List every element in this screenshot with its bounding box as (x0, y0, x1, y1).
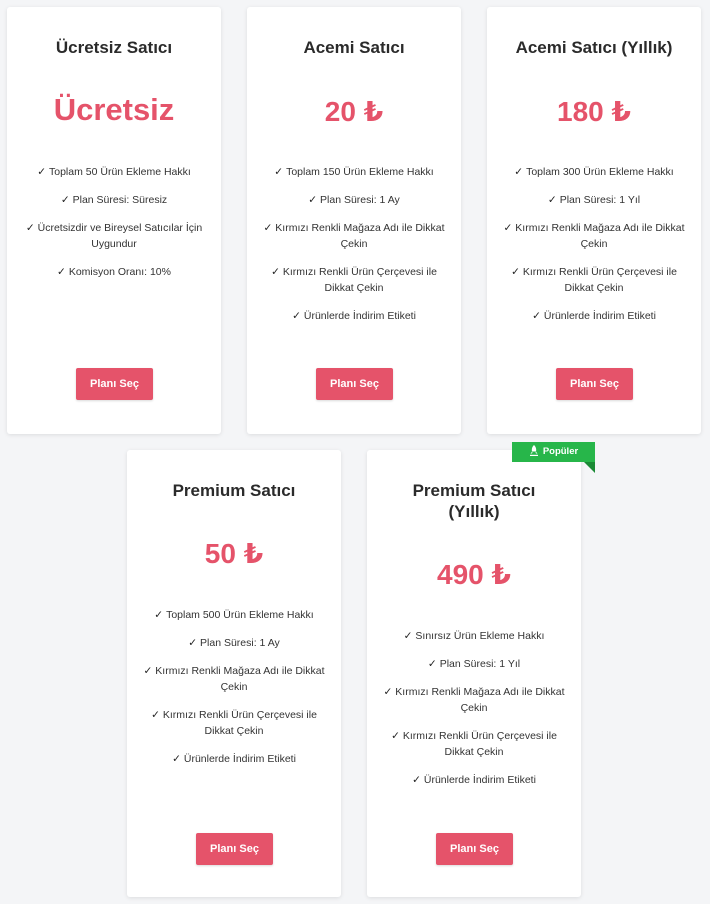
check-icon: ✓ (25, 222, 35, 234)
badge-ribbon-fold (584, 462, 595, 473)
check-icon: ✓ (274, 166, 284, 178)
check-icon: ✓ (188, 637, 198, 649)
feature-item: ✓ Kırmızı Renkli Mağaza Adı ile Dikkat Çe… (383, 686, 565, 714)
check-icon: ✓ (308, 194, 318, 206)
feature-item: ✓ Sınırsız Ürün Ekleme Hakkı (403, 630, 545, 642)
select-plan-button[interactable]: Planı Seç (316, 368, 393, 400)
check-icon: ✓ (172, 753, 181, 765)
check-icon: ✓ (57, 266, 66, 278)
plan-price: 50 ₺ (204, 538, 264, 569)
feature-item: ✓ Ürünlerde İndirim Etiketi (532, 310, 656, 322)
check-icon: ✓ (60, 194, 70, 206)
plan-card-beginner-yearly: Acemi Satıcı (Yıllık) 180 ₺ ✓ Toplam 300 … (487, 7, 701, 434)
feature-item: ✓ Plan Süresi: 1 Yıl (427, 658, 521, 670)
feature-item: ✓ Toplam 300 Ürün Ekleme Hakkı (514, 166, 674, 178)
rocket-icon (529, 444, 539, 464)
select-plan-button[interactable]: Planı Seç (76, 368, 153, 400)
check-icon: ✓ (151, 709, 160, 721)
check-icon: ✓ (514, 166, 524, 178)
feature-item: ✓ Ürünlerde İndirim Etiketi (292, 310, 416, 322)
check-icon: ✓ (403, 630, 413, 642)
plan-price: 20 ₺ (324, 96, 384, 127)
plan-title: Premium Satıcı (Yıllık) (412, 481, 536, 521)
feature-item: ✓ Ürünlerde İndirim Etiketi (172, 753, 296, 765)
plan-card-beginner: Acemi Satıcı 20 ₺ ✓ Toplam 150 Ürün Eklem… (247, 7, 461, 434)
plan-card-free: Ücretsiz Satıcı Ücretsiz ✓ Toplam 50 Ürün… (7, 7, 221, 434)
feature-item: ✓ Plan Süresi: 1 Ay (188, 637, 280, 649)
plan-title: Acemi Satıcı (303, 38, 405, 57)
feature-item: ✓ Toplam 150 Ürün Ekleme Hakkı (274, 166, 434, 178)
select-plan-button[interactable]: Planı Seç (556, 368, 633, 400)
check-icon: ✓ (547, 194, 557, 206)
feature-item: ✓ Kırmızı Renkli Ürün Çerçevesi ile Dikka… (271, 266, 437, 294)
check-icon: ✓ (292, 310, 301, 322)
feature-list: ✓ Toplam 300 Ürün Ekleme Hakkı ✓ Plan Süre… (501, 164, 687, 336)
feature-item: ✓ Komisyon Oranı: 10% (57, 266, 171, 278)
check-icon: ✓ (503, 222, 513, 234)
feature-item: ✓ Toplam 500 Ürün Ekleme Hakkı (154, 609, 314, 621)
plan-price: Ücretsiz (53, 92, 175, 127)
feature-list: ✓ Toplam 150 Ürün Ekleme Hakkı ✓ Plan Süre… (261, 164, 447, 336)
check-icon: ✓ (383, 686, 393, 698)
check-icon: ✓ (427, 658, 437, 670)
feature-list: ✓ Sınırsız Ürün Ekleme Hakkı ✓ Plan Süresi… (381, 628, 567, 800)
check-icon: ✓ (37, 166, 46, 178)
feature-item: ✓ Kırmızı Renkli Mağaza Adı ile Dikkat Çe… (143, 665, 325, 693)
feature-item: ✓ Kırmızı Renkli Ürün Çerçevesi ile Dikka… (151, 709, 317, 737)
feature-item: ✓ Kırmızı Renkli Mağaza Adı ile Dikkat Çe… (263, 222, 445, 250)
check-icon: ✓ (271, 266, 280, 278)
popular-badge: Popüler (512, 442, 595, 473)
feature-item: ✓ Ürünlerde İndirim Etiketi (412, 774, 536, 786)
check-icon: ✓ (511, 266, 520, 278)
check-icon: ✓ (391, 730, 400, 742)
plan-title: Acemi Satıcı (Yıllık) (515, 38, 673, 57)
select-plan-button[interactable]: Planı Seç (436, 833, 513, 865)
feature-item: ✓ Kırmızı Renkli Ürün Çerçevesi ile Dikka… (511, 266, 677, 294)
select-plan-button[interactable]: Planı Seç (196, 833, 273, 865)
check-icon: ✓ (143, 665, 153, 677)
check-icon: ✓ (532, 310, 541, 322)
plan-card-premium: Premium Satıcı 50 ₺ ✓ Toplam 500 Ürün Ekl… (127, 450, 341, 897)
feature-item: ✓ Kırmızı Renkli Mağaza Adı ile Dikkat Çe… (503, 222, 685, 250)
feature-list: ✓ Toplam 500 Ürün Ekleme Hakkı ✓ Plan Süre… (141, 607, 327, 779)
plan-price: 180 ₺ (557, 96, 631, 127)
plan-price: 490 ₺ (437, 559, 511, 590)
feature-list: ✓ Toplam 50 Ürün Ekleme Hakkı ✓ Plan Süres… (21, 164, 207, 292)
feature-item: ✓ Plan Süresi: 1 Ay (308, 194, 400, 206)
feature-item: ✓ Plan Süresi: 1 Yıl (547, 194, 641, 206)
check-icon: ✓ (263, 222, 273, 234)
plan-card-premium-yearly: Popüler Premium Satıcı (Yıllık) 490 ₺ ✓ S… (367, 442, 595, 897)
feature-item: ✓ Kırmızı Renkli Ürün Çerçevesi ile Dikka… (391, 730, 557, 758)
feature-item: ✓ Plan Süresi: Süresiz (60, 194, 168, 206)
feature-item: ✓ Ücretsizdir ve Bireysel Satıcılar İçin … (25, 222, 203, 250)
plan-title: Ücretsiz Satıcı (55, 38, 173, 57)
check-icon: ✓ (412, 774, 421, 786)
feature-item: ✓ Toplam 50 Ürün Ekleme Hakkı (37, 166, 191, 178)
check-icon: ✓ (154, 609, 164, 621)
badge-label: Popüler (542, 446, 579, 457)
plan-title: Premium Satıcı (172, 481, 296, 500)
